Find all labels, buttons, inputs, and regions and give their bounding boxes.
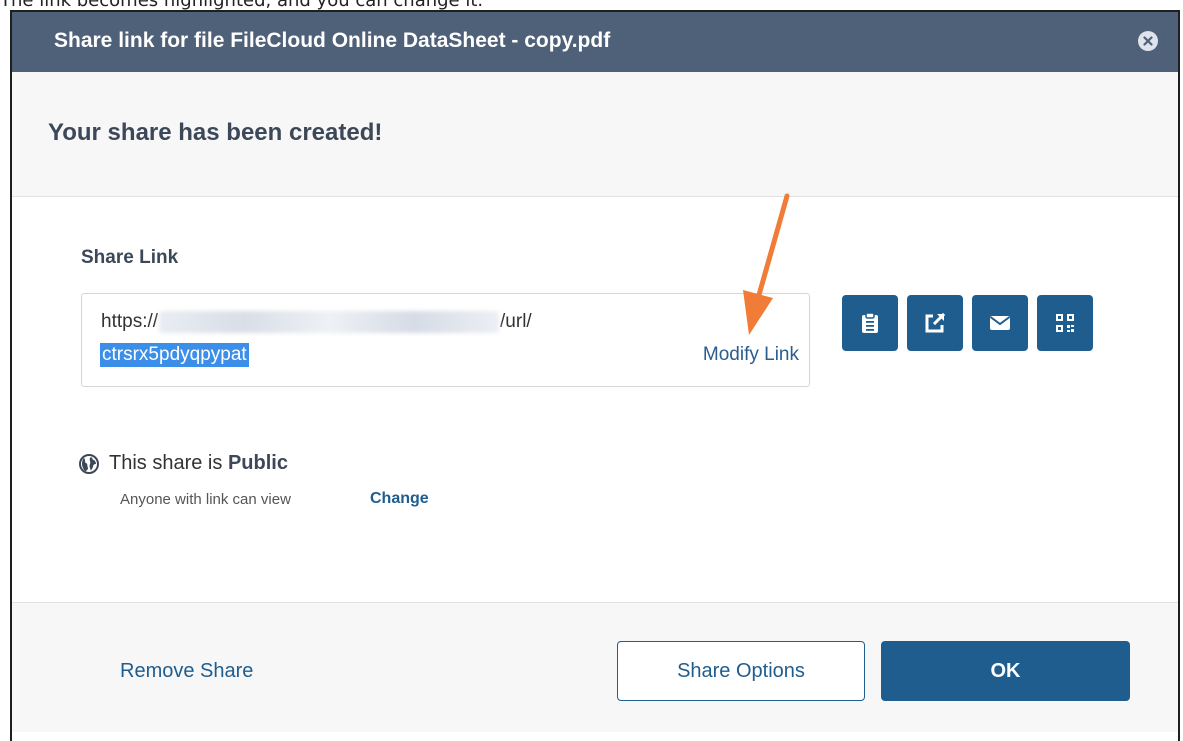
visibility-text: This share is Public	[109, 452, 288, 475]
close-icon[interactable]	[1138, 31, 1158, 51]
share-visibility-row: This share is Public	[79, 452, 288, 475]
visibility-description: Anyone with link can view	[120, 491, 291, 508]
email-link-button[interactable]	[972, 295, 1028, 351]
share-link-label: Share Link	[81, 247, 179, 268]
share-url-line: https:// /url/	[101, 311, 532, 333]
qr-code-icon	[1056, 314, 1074, 332]
globe-icon	[79, 453, 99, 474]
email-icon	[989, 316, 1011, 330]
url-suffix: /url/	[500, 311, 532, 333]
url-prefix: https://	[101, 311, 159, 333]
open-external-icon	[925, 312, 946, 333]
success-header: Your share has been created!	[12, 72, 1178, 197]
remove-share-button[interactable]: Remove Share	[120, 660, 253, 683]
redacted-domain	[159, 311, 500, 333]
success-heading: Your share has been created!	[48, 119, 383, 146]
visibility-status: Public	[227, 452, 288, 474]
annotation-arrow	[743, 193, 790, 335]
share-link-field[interactable]: https:// /url/ ctrsrx5pdyqpypat Modify Li…	[81, 293, 810, 387]
share-options-button[interactable]: Share Options	[617, 641, 865, 701]
modify-link-button[interactable]: Modify Link	[703, 344, 799, 366]
url-token-selected[interactable]: ctrsrx5pdyqpypat	[100, 343, 249, 367]
copy-link-button[interactable]	[842, 295, 898, 351]
clipboard-icon	[862, 312, 878, 333]
qr-code-button[interactable]	[1037, 295, 1093, 351]
dialog-title: Share link for file FileCloud Online Dat…	[54, 29, 611, 52]
dialog-title-bar: Share link for file FileCloud Online Dat…	[12, 12, 1178, 72]
change-visibility-link[interactable]: Change	[370, 490, 429, 508]
ok-button[interactable]: OK	[881, 641, 1130, 701]
open-link-button[interactable]	[907, 295, 963, 351]
visibility-prefix: This share is	[109, 452, 223, 474]
